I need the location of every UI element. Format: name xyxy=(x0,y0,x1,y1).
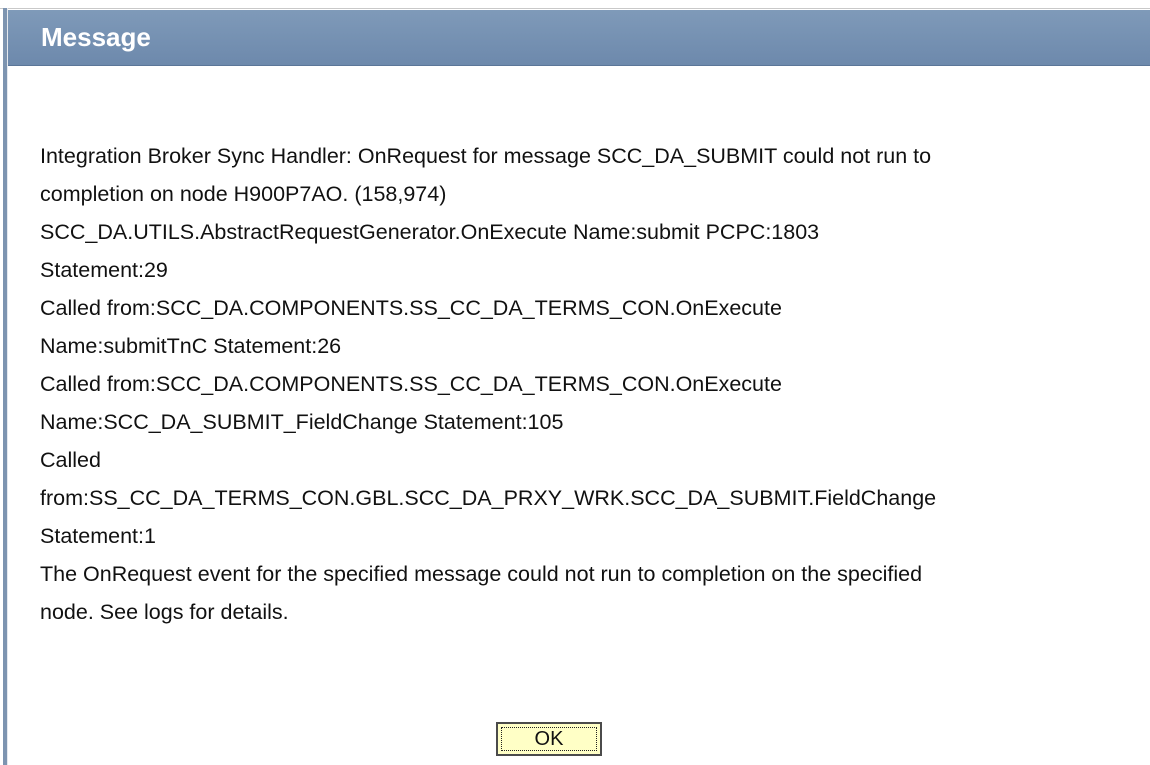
ok-button[interactable]: OK xyxy=(496,722,602,756)
dialog-title-bar: Message xyxy=(8,10,1150,66)
window-top-strip xyxy=(0,0,1150,9)
message-dialog: Message Integration Broker Sync Handler:… xyxy=(8,10,1150,765)
detail-line: The OnRequest event for the specified me… xyxy=(40,562,923,586)
message-line: SCC_DA.UTILS.AbstractRequestGenerator.On… xyxy=(40,220,820,244)
message-line: Called from:SCC_DA.COMPONENTS.SS_CC_DA_T… xyxy=(40,372,782,396)
message-body: Integration Broker Sync Handler: OnReque… xyxy=(40,137,1140,631)
message-line: from:SS_CC_DA_TERMS_CON.GBL.SCC_DA_PRXY_… xyxy=(40,486,937,510)
message-line: completion on node H900P7AO. (158,974) xyxy=(40,182,447,206)
message-line: Name:submitTnC Statement:26 xyxy=(40,334,342,358)
message-line: Called from:SCC_DA.COMPONENTS.SS_CC_DA_T… xyxy=(40,296,782,320)
detail-line: node. See logs for details. xyxy=(40,600,289,624)
message-line: Name:SCC_DA_SUBMIT_FieldChange Statement… xyxy=(40,410,564,434)
message-line: Statement:1 xyxy=(40,524,156,548)
message-window: Message Integration Broker Sync Handler:… xyxy=(0,0,1150,765)
dialog-title: Message xyxy=(41,22,151,52)
message-line: Statement:29 xyxy=(40,258,168,282)
message-line: Integration Broker Sync Handler: OnReque… xyxy=(40,144,932,168)
message-line: Called xyxy=(40,448,101,472)
